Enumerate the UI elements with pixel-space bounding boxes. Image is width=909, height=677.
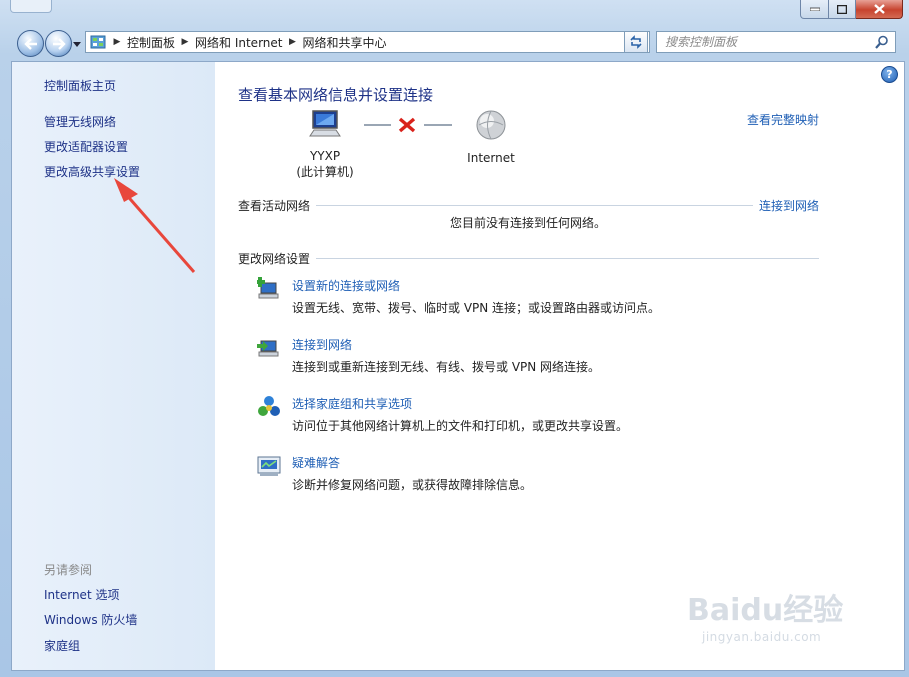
sidebar-item-control-panel-home[interactable]: 控制面板主页 [44,77,116,94]
breadcrumb-separator-icon[interactable]: ▶ [178,37,192,47]
close-icon [873,4,885,14]
back-arrow-icon [23,37,37,50]
connection-line [364,124,391,126]
connect-to-network-link[interactable]: 连接到网络 [753,197,819,214]
computer-icon [309,110,341,137]
content-area: 控制面板主页 管理无线网络 更改适配器设置 更改高级共享设置 另请参阅 Inte… [11,61,905,671]
task-description: 诊断并修复网络问题，或获得故障排除信息。 [292,478,533,492]
back-button[interactable] [17,30,44,57]
refresh-icon [630,35,642,49]
annotation-arrow-icon [114,178,196,273]
page-title: 查看基本网络信息并设置连接 [238,86,434,104]
task-title[interactable]: 设置新的连接或网络 [292,277,400,294]
connection-line [424,124,452,126]
active-networks-section: 查看活动网络 连接到网络 [238,197,819,214]
breadcrumb-item-network-internet[interactable]: 网络和 Internet [192,34,285,51]
minimize-icon [809,7,820,11]
disconnected-x-icon [398,117,416,133]
maximize-icon [837,4,847,14]
watermark-url: jingyan.baidu.com [702,630,822,644]
refresh-button[interactable] [624,31,648,53]
task-title[interactable]: 选择家庭组和共享选项 [292,395,412,412]
new-connection-icon [257,277,279,299]
sidebar-item-windows-firewall[interactable]: Windows 防火墙 [44,611,137,628]
breadcrumb: ▶ 控制面板 ▶ 网络和 Internet ▶ 网络和共享中心 [110,34,390,51]
troubleshoot-icon [257,456,281,476]
sidebar: 控制面板主页 管理无线网络 更改适配器设置 更改高级共享设置 另请参阅 Inte… [12,62,215,670]
task-title[interactable]: 连接到网络 [292,336,352,353]
address-bar[interactable]: ▶ 控制面板 ▶ 网络和 Internet ▶ 网络和共享中心 [85,31,650,53]
task-description: 访问位于其他网络计算机上的文件和打印机，或更改共享设置。 [292,419,629,433]
breadcrumb-item-control-panel[interactable]: 控制面板 [124,34,178,51]
main-panel: 查看基本网络信息并设置连接 查看完整映射 YYXP (此计算机) Interne… [238,62,904,670]
window-icon [10,0,52,13]
sidebar-item-manage-wireless[interactable]: 管理无线网络 [44,113,116,130]
section-title: 更改网络设置 [238,252,311,266]
section-divider [316,258,819,259]
window-frame: ▶ 控制面板 ▶ 网络和 Internet ▶ 网络和共享中心 控制面板主页 管… [0,0,909,677]
connect-network-icon [257,340,279,357]
forward-button[interactable] [45,30,72,57]
task-title[interactable]: 疑难解答 [292,454,340,471]
computer-node: YYXP (此计算机) [290,110,360,180]
no-network-message: 您目前没有连接到任何网络。 [450,216,607,230]
sidebar-item-adapter-settings[interactable]: 更改适配器设置 [44,138,128,155]
homegroup-icon [258,396,280,416]
baidu-paw-icon: Baidu经验 [687,593,843,628]
computer-subtitle: (此计算机) [296,165,354,179]
globe-icon [476,110,506,140]
internet-node: Internet [462,110,520,166]
see-also-heading: 另请参阅 [44,563,93,577]
close-button[interactable] [856,0,903,19]
breadcrumb-item-network-sharing-center[interactable]: 网络和共享中心 [299,34,389,51]
recent-pages-dropdown-icon[interactable] [73,40,81,48]
navigation-bar: ▶ 控制面板 ▶ 网络和 Internet ▶ 网络和共享中心 [0,26,909,60]
window-controls [800,0,903,19]
forward-arrow-icon [52,37,66,50]
task-description: 设置无线、宽带、拨号、临时或 VPN 连接；或设置路由器或访问点。 [292,301,661,315]
view-full-map-link[interactable]: 查看完整映射 [747,111,819,128]
breadcrumb-separator-icon[interactable]: ▶ [110,37,124,47]
task-description: 连接到或重新连接到无线、有线、拨号或 VPN 网络连接。 [292,360,601,374]
maximize-button[interactable] [829,0,856,19]
sidebar-item-internet-options[interactable]: Internet 选项 [44,586,119,603]
internet-label: Internet [467,151,515,165]
watermark-logo: Baidu经验 [687,590,857,633]
search-input[interactable] [663,32,877,52]
change-settings-section: 更改网络设置 [238,250,819,267]
breadcrumb-separator-icon[interactable]: ▶ [285,37,299,47]
computer-name: YYXP [309,149,341,163]
search-icon[interactable] [875,35,889,49]
section-title: 查看活动网络 [238,199,311,213]
search-box [656,31,896,53]
svg-text:Baidu经验: Baidu经验 [687,593,843,628]
sidebar-item-homegroup[interactable]: 家庭组 [44,637,80,654]
minimize-button[interactable] [800,0,829,19]
control-panel-icon [90,35,106,49]
section-divider [316,205,753,206]
